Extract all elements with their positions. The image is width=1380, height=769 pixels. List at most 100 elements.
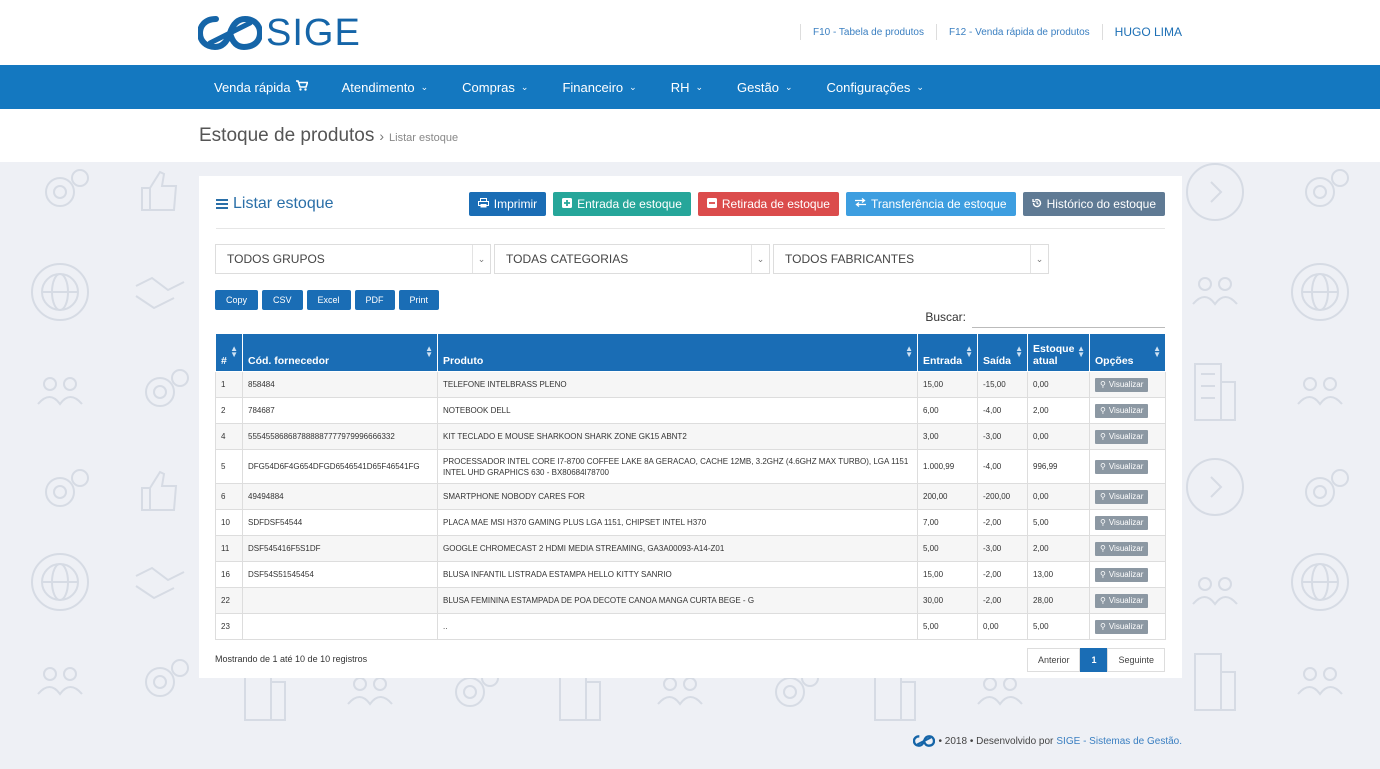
table-row: 6 49494884 SMARTPHONE NOBODY CARES FOR 200,… xyxy=(215,483,1166,510)
breadcrumb-separator: › xyxy=(379,128,385,144)
sort-icon: ▲ ▼ xyxy=(905,344,913,359)
cell-supplier-code: 49494884 xyxy=(242,483,438,510)
pagination-page-1[interactable]: 1 xyxy=(1080,648,1108,672)
view-button[interactable]: ⚲ Visualizar xyxy=(1095,567,1149,582)
search-input[interactable] xyxy=(972,306,1165,328)
pdf-button[interactable]: PDF xyxy=(354,290,395,310)
category-filter-select[interactable]: TODAS CATEGORIAS ⌄ xyxy=(494,244,770,274)
cell-product: PROCESSADOR INTEL CORE I7-8700 COFFEE LA… xyxy=(437,449,918,484)
nav-item-rh[interactable]: RH ⌄ xyxy=(671,80,703,95)
column-header-saida[interactable]: Saída ▲ ▼ xyxy=(977,333,1028,372)
column-header-options[interactable]: Opções ▲ ▼ xyxy=(1089,333,1166,372)
cell-product: BLUSA FEMININA ESTAMPADA DE POA DECOTE C… xyxy=(437,587,918,614)
print-export-button[interactable]: Print xyxy=(398,290,440,310)
print-button-label: Imprimir xyxy=(493,197,538,211)
print-button[interactable]: Imprimir xyxy=(468,192,547,216)
cell-product: GOOGLE CHROMECAST 2 HDMI MEDIA STREAMING… xyxy=(437,535,918,562)
view-button[interactable]: ⚲ Visualizar xyxy=(1095,489,1149,504)
view-button[interactable]: ⚲ Visualizar xyxy=(1095,429,1149,444)
cell-saida: -3,00 xyxy=(977,423,1028,450)
shortcut-product-table-link[interactable]: F10 - Tabela de produtos xyxy=(813,27,924,38)
table-row: 11 DSF545416F5S1DF GOOGLE CHROMECAST 2 HDM… xyxy=(215,535,1166,562)
view-button-label: Visualizar xyxy=(1108,596,1144,605)
view-button[interactable]: ⚲ Visualizar xyxy=(1095,377,1149,392)
cell-current-stock: 996,99 xyxy=(1027,449,1090,484)
nav-label: Gestão xyxy=(737,79,779,95)
export-buttons: Copy CSV Excel PDF Print xyxy=(215,290,443,310)
cell-product: NOTEBOOK DELL xyxy=(437,397,918,424)
list-icon xyxy=(216,199,228,209)
view-button-label: Visualizar xyxy=(1108,406,1144,415)
column-header-supplier-code[interactable]: Cód. fornecedor ▲ ▼ xyxy=(242,333,438,372)
divider xyxy=(1101,24,1103,40)
view-button[interactable]: ⚲ Visualizar xyxy=(1095,593,1149,608)
cell-supplier-code: DFG54D6F4G654DFGD6546541D65F46541FG xyxy=(242,449,438,484)
excel-button[interactable]: Excel xyxy=(306,290,351,310)
nav-item-financeiro[interactable]: Financeiro ⌄ xyxy=(562,80,636,95)
magnifier-icon: ⚲ xyxy=(1100,596,1106,605)
cell-saida: -200,00 xyxy=(977,483,1028,510)
stock-entry-button-label: Entrada de estoque xyxy=(577,197,682,211)
sort-icon: ▲ ▼ xyxy=(230,344,238,359)
pagination-next[interactable]: Seguinte xyxy=(1107,648,1165,672)
nav-item-venda-rapida[interactable]: Venda rápida xyxy=(214,80,309,95)
view-button[interactable]: ⚲ Visualizar xyxy=(1095,403,1149,418)
cell-supplier-code xyxy=(242,587,438,614)
cell-options: ⚲ Visualizar xyxy=(1089,561,1166,588)
stock-transfer-button[interactable]: Transferência de estoque xyxy=(845,192,1016,216)
magnifier-icon: ⚲ xyxy=(1100,622,1106,631)
manufacturer-filter-select[interactable]: TODOS FABRICANTES ⌄ xyxy=(773,244,1049,274)
table-row: 23.. 5,00 0,00 5,00 ⚲ Visualizar xyxy=(215,613,1166,640)
cell-id: 2 xyxy=(215,397,243,424)
group-filter-select[interactable]: TODOS GRUPOS ⌄ xyxy=(215,244,491,274)
cell-entrada: 30,00 xyxy=(917,587,978,614)
stock-entry-button[interactable]: Entrada de estoque xyxy=(553,192,691,216)
column-header-entrada[interactable]: Entrada ▲ ▼ xyxy=(917,333,978,372)
divider xyxy=(216,228,1165,229)
view-button[interactable]: ⚲ Visualizar xyxy=(1095,619,1149,634)
cell-entrada: 15,00 xyxy=(917,371,978,398)
view-button-label: Visualizar xyxy=(1108,432,1144,441)
cell-entrada: 7,00 xyxy=(917,509,978,536)
infinity-logo-icon xyxy=(198,15,262,51)
table-row: 22 BLUSA FEMININA ESTAMPADA DE POA DECOTE… xyxy=(215,587,1166,614)
view-button[interactable]: ⚲ Visualizar xyxy=(1095,541,1149,556)
stock-withdrawal-button[interactable]: Retirada de estoque xyxy=(697,192,839,216)
magnifier-icon: ⚲ xyxy=(1100,380,1106,389)
cell-options: ⚲ Visualizar xyxy=(1089,535,1166,562)
nav-item-gestao[interactable]: Gestão ⌄ xyxy=(737,80,792,95)
user-name-link[interactable]: HUGO LIMA xyxy=(1115,25,1182,39)
stock-table: # ▲ ▼ Cód. fornecedor ▲ ▼ Produto ▲ ▼ Entrada ▲… xyxy=(215,333,1166,640)
cell-id: 5 xyxy=(215,449,243,484)
chevron-down-icon: ⌄ xyxy=(520,81,529,92)
cell-supplier-code: 858484 xyxy=(242,371,438,398)
cell-saida: -2,00 xyxy=(977,587,1028,614)
column-header-id[interactable]: # ▲ ▼ xyxy=(215,333,243,372)
chevron-down-icon: ⌄ xyxy=(695,81,704,92)
nav-item-configuracoes[interactable]: Configurações ⌄ xyxy=(827,80,924,95)
nav-item-compras[interactable]: Compras ⌄ xyxy=(462,80,528,95)
breadcrumb: Estoque de produtos › Listar estoque xyxy=(199,125,458,147)
stock-history-button[interactable]: Histórico do estoque xyxy=(1022,192,1165,216)
column-header-current-stock[interactable]: Estoque atual ▲ ▼ xyxy=(1027,333,1090,372)
csv-button[interactable]: CSV xyxy=(262,290,303,310)
cell-supplier-code: SDFDSF54544 xyxy=(242,509,438,536)
cell-id: 16 xyxy=(215,561,243,588)
table-row: 16 DSF54S51545454 BLUSA INFANTIL LISTRADA … xyxy=(215,561,1166,588)
pagination-previous[interactable]: Anterior xyxy=(1026,648,1081,672)
nav-item-atendimento[interactable]: Atendimento ⌄ xyxy=(342,80,429,95)
copy-button[interactable]: Copy xyxy=(215,290,259,310)
magnifier-icon: ⚲ xyxy=(1100,406,1106,415)
nav-label: Atendimento xyxy=(341,79,415,95)
cell-id: 10 xyxy=(215,509,243,536)
column-header-product[interactable]: Produto ▲ ▼ xyxy=(437,333,918,372)
shortcut-quick-sale-link[interactable]: F12 - Venda rápida de produtos xyxy=(949,27,1090,38)
sige-logo[interactable]: SIGE xyxy=(198,12,361,54)
view-button[interactable]: ⚲ Visualizar xyxy=(1095,459,1149,474)
cell-saida: -4,00 xyxy=(977,449,1028,484)
cell-supplier-code: DSF54S51545454 xyxy=(242,561,438,588)
view-button[interactable]: ⚲ Visualizar xyxy=(1095,515,1149,530)
footer-sige-link[interactable]: SIGE - Sistemas de Gestão. xyxy=(1056,736,1182,747)
breadcrumb-band: Estoque de produtos › Listar estoque xyxy=(0,109,1380,162)
sort-icon: ▲ ▼ xyxy=(1153,344,1161,359)
